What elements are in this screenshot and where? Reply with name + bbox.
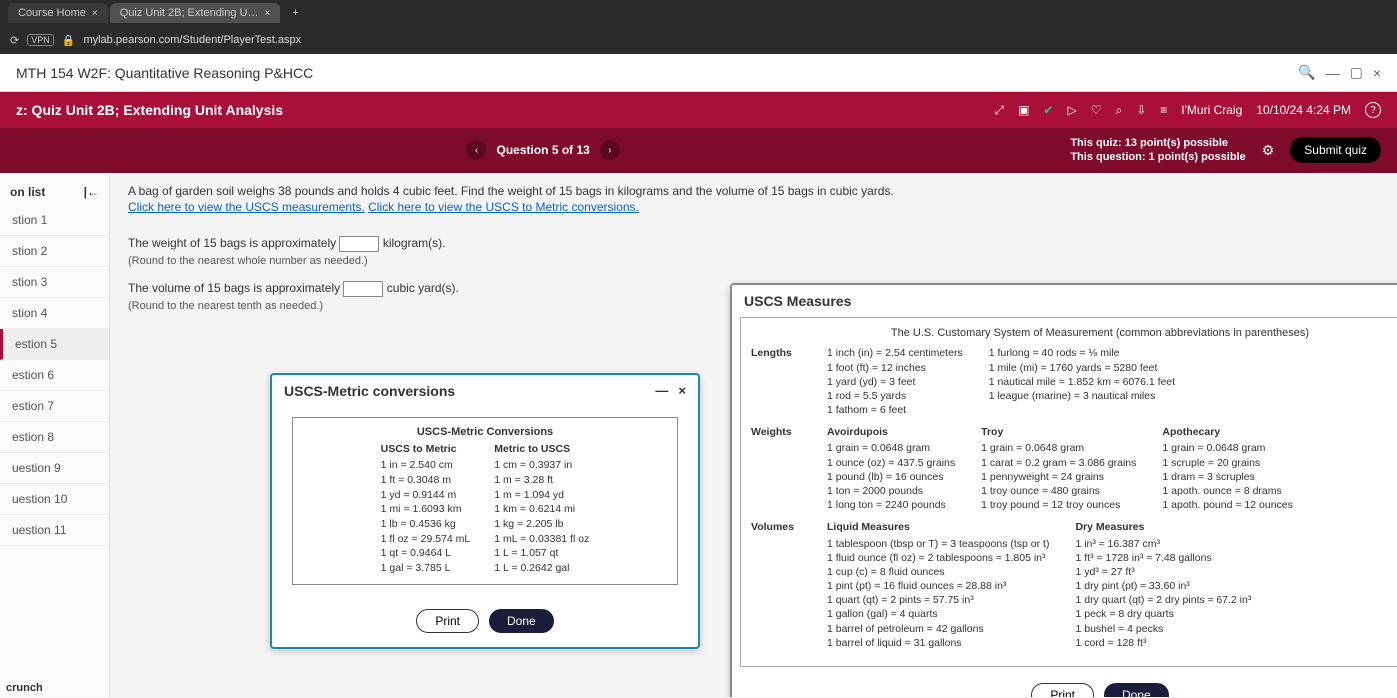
uscs-metric-link[interactable]: Click here to view the USCS to Metric co… xyxy=(368,200,639,214)
maximize-icon[interactable]: ▢ xyxy=(1350,64,1363,81)
close-icon[interactable]: × xyxy=(678,383,686,398)
popup-title: USCS-Metric conversions xyxy=(284,383,455,399)
sidebar-item[interactable]: uestion 11 xyxy=(0,515,109,546)
window-controls: 🔍 — ▢ × xyxy=(1298,64,1381,81)
browser-tab[interactable]: Quiz Unit 2B; Extending U…× xyxy=(110,3,281,23)
menu-icon[interactable]: ≡ xyxy=(1160,103,1167,117)
search-icon[interactable]: 🔍 xyxy=(1298,64,1315,81)
question-prompt: A bag of garden soil weighs 38 pounds an… xyxy=(128,183,1379,217)
sidebar-item[interactable]: uestion 9 xyxy=(0,453,109,484)
toolbar-icon[interactable]: ▣ xyxy=(1018,103,1029,117)
new-tab-button[interactable]: + xyxy=(282,3,308,23)
sidebar-header: on list |← xyxy=(0,179,109,205)
sidebar-item[interactable]: estion 8 xyxy=(0,422,109,453)
lock-icon: 🔒 xyxy=(62,34,76,47)
close-icon[interactable]: × xyxy=(92,8,98,19)
print-button[interactable]: Print xyxy=(416,609,479,633)
uscs-measurements-link[interactable]: Click here to view the USCS measurements… xyxy=(128,200,365,214)
sidebar-item[interactable]: estion 5 xyxy=(0,329,109,360)
quiz-header: z: Quiz Unit 2B; Extending Unit Analysis… xyxy=(0,92,1397,128)
gear-icon[interactable]: ⚙ xyxy=(1262,142,1275,159)
question-content: A bag of garden soil weighs 38 pounds an… xyxy=(110,173,1397,697)
done-button[interactable]: Done xyxy=(489,609,554,633)
question-progress-bar: ‹ Question 5 of 13 › This quiz: 13 point… xyxy=(0,128,1397,173)
toolbar-icon[interactable]: ⤢ xyxy=(994,103,1004,118)
sidebar-item[interactable]: stion 3 xyxy=(0,267,109,298)
uscs-measures-popup: USCS Measures — × The U.S. Customary Sys… xyxy=(730,283,1397,697)
uscs-metric-popup: USCS-Metric conversions — × USCS-Metric … xyxy=(270,373,700,649)
sidebar-item[interactable]: stion 4 xyxy=(0,298,109,329)
conversion-box-title: USCS-Metric Conversions xyxy=(301,426,669,438)
popup-title: USCS Measures xyxy=(744,293,851,309)
popup-intro: The U.S. Customary System of Measurement… xyxy=(751,326,1397,341)
browser-tabs: Course Home× Quiz Unit 2B; Extending U…×… xyxy=(0,0,1397,26)
question-counter: Question 5 of 13 xyxy=(496,143,589,157)
question-list-sidebar: on list |← stion 1 stion 2 stion 3 stion… xyxy=(0,173,110,697)
quiz-title: z: Quiz Unit 2B; Extending Unit Analysis xyxy=(16,102,283,118)
print-button[interactable]: Print xyxy=(1031,683,1094,697)
submit-quiz-button[interactable]: Submit quiz xyxy=(1290,137,1381,163)
sidebar-item[interactable]: uestion 10 xyxy=(0,484,109,515)
close-icon[interactable]: × xyxy=(265,8,271,19)
brand-label: crunch xyxy=(6,682,43,694)
sidebar-item[interactable]: stion 2 xyxy=(0,236,109,267)
sidebar-item[interactable]: stion 1 xyxy=(0,205,109,236)
datetime: 10/10/24 4:24 PM xyxy=(1256,103,1351,117)
minimize-icon[interactable]: — xyxy=(1326,65,1340,81)
toolbar-icon[interactable]: ⌕ xyxy=(1115,103,1122,118)
toolbar-icon[interactable]: ✔ xyxy=(1043,103,1053,117)
collapse-icon[interactable]: |← xyxy=(84,185,99,199)
close-icon[interactable]: × xyxy=(1373,65,1381,81)
prev-question-button[interactable]: ‹ xyxy=(466,140,486,160)
help-icon[interactable]: ? xyxy=(1365,102,1381,118)
browser-tab[interactable]: Course Home× xyxy=(8,3,108,23)
toolbar-icon[interactable]: ⇩ xyxy=(1136,103,1146,117)
weight-input[interactable] xyxy=(339,236,379,252)
vpn-badge: VPN xyxy=(27,34,54,46)
browser-chrome: Course Home× Quiz Unit 2B; Extending U…×… xyxy=(0,0,1397,54)
course-title: MTH 154 W2F: Quantitative Reasoning P&HC… xyxy=(16,65,313,81)
volume-input[interactable] xyxy=(343,281,383,297)
address-bar[interactable]: ⟳ VPN 🔒 mylab.pearson.com/Student/Player… xyxy=(0,26,1397,54)
quiz-points: This quiz: 13 point(s) possible xyxy=(1070,136,1245,150)
reload-icon[interactable]: ⟳ xyxy=(10,34,19,47)
question-points: This question: 1 point(s) possible xyxy=(1070,150,1245,164)
url-text: mylab.pearson.com/Student/PlayerTest.asp… xyxy=(83,34,301,46)
done-button[interactable]: Done xyxy=(1104,683,1169,697)
course-header: MTH 154 W2F: Quantitative Reasoning P&HC… xyxy=(0,54,1397,92)
sidebar-item[interactable]: estion 6 xyxy=(0,360,109,391)
rounding-hint: (Round to the nearest whole number as ne… xyxy=(128,253,1379,271)
sidebar-item[interactable]: estion 7 xyxy=(0,391,109,422)
user-name: I'Muri Craig xyxy=(1181,103,1242,117)
next-question-button[interactable]: › xyxy=(600,140,620,160)
toolbar-icon[interactable]: ♡ xyxy=(1091,103,1102,117)
toolbar-icon[interactable]: ▷ xyxy=(1067,103,1076,117)
minimize-icon[interactable]: — xyxy=(655,383,668,398)
